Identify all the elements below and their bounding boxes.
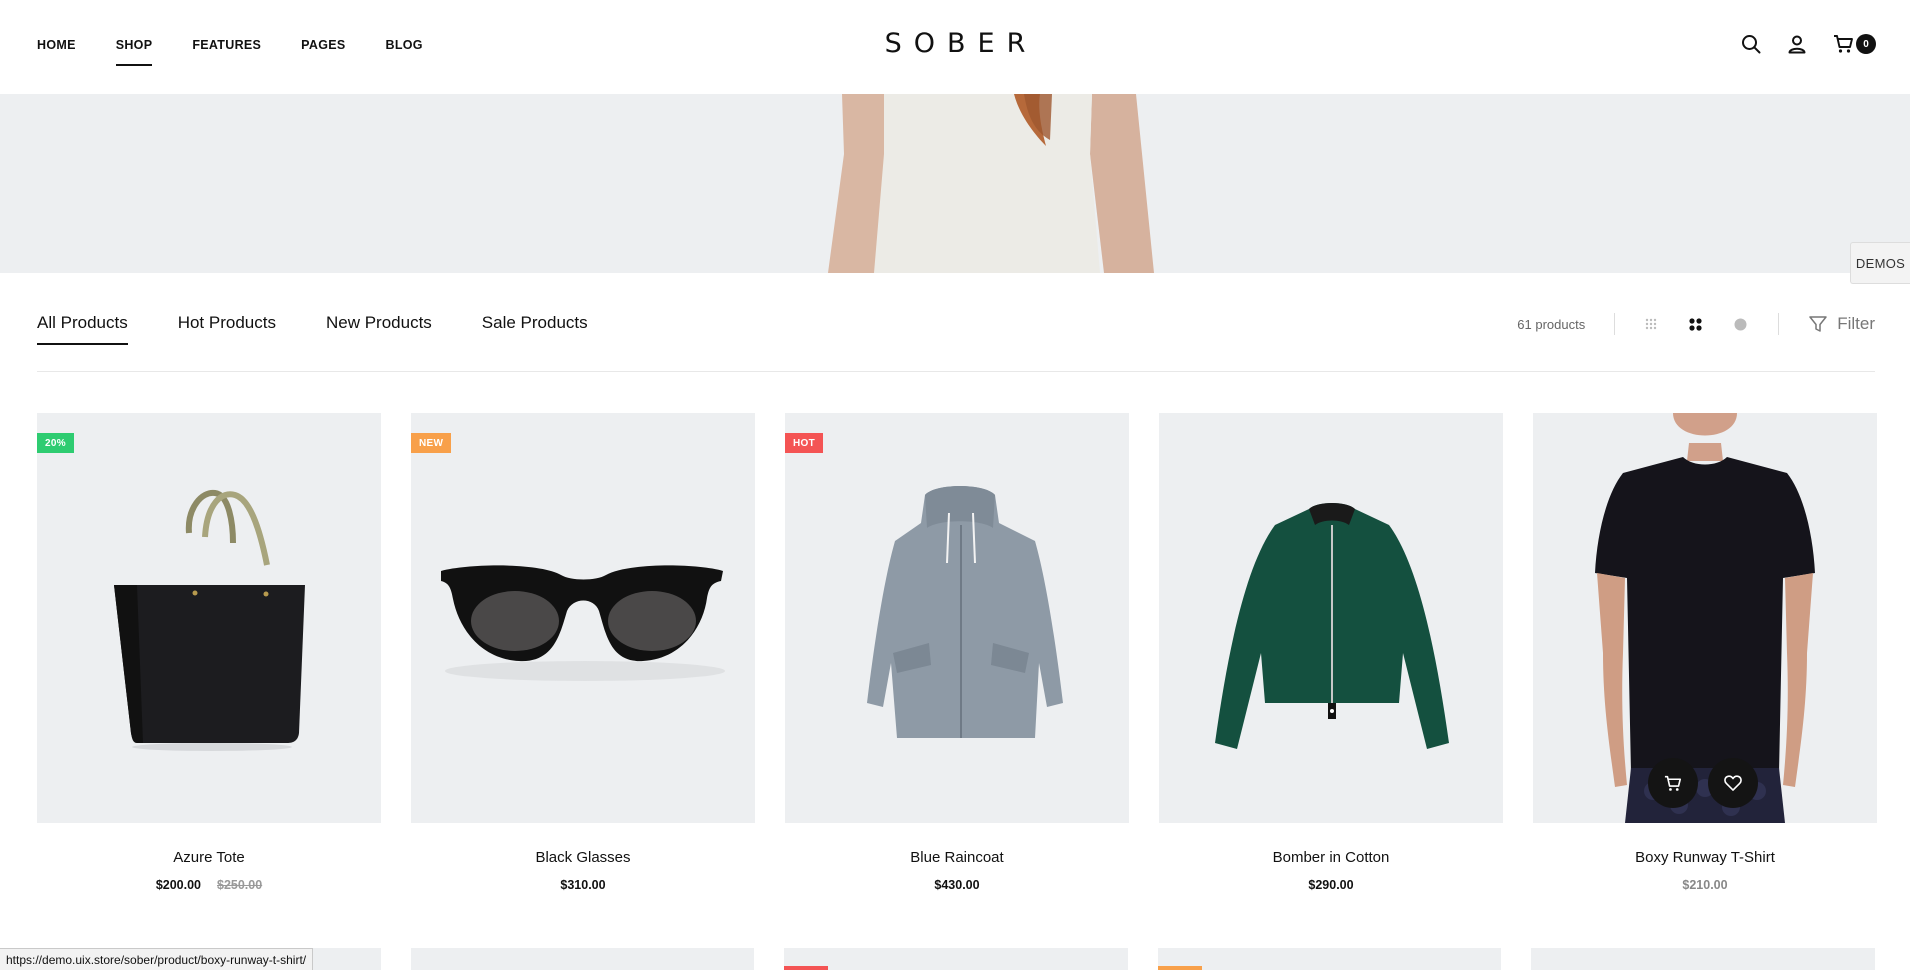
product-price: $210.00	[1682, 878, 1728, 892]
product-image[interactable]	[784, 948, 1128, 970]
product-image[interactable]	[1533, 413, 1877, 823]
product-name[interactable]: Azure Tote	[37, 849, 381, 866]
add-to-cart-button[interactable]	[1648, 758, 1698, 808]
product-card[interactable]: NEW Black Glasses $310.00	[411, 413, 755, 892]
grid-small-icon[interactable]	[1640, 313, 1662, 335]
filter-button[interactable]: Filter	[1809, 314, 1875, 334]
product-name[interactable]: Boxy Runway T-Shirt	[1533, 849, 1877, 866]
filter-icon	[1809, 316, 1827, 332]
cart-count-badge: 0	[1856, 34, 1876, 54]
new-badge: NEW	[411, 433, 452, 453]
product-name[interactable]: Blue Raincoat	[785, 849, 1129, 866]
tshirt-model-image	[1595, 413, 1815, 823]
badge-strip	[1157, 966, 1202, 970]
cart-icon	[1664, 775, 1682, 791]
badge-strip	[784, 966, 829, 970]
status-bar-url: https://demo.uix.store/sober/product/box…	[0, 948, 314, 970]
product-image[interactable]	[1531, 948, 1875, 970]
search-icon[interactable]	[1740, 33, 1762, 55]
sale-price: $200.00	[155, 878, 201, 892]
tab-sale-products[interactable]: Sale Products	[482, 313, 588, 347]
product-count: 61 products	[1517, 316, 1586, 332]
raincoat-image	[867, 486, 1063, 738]
product-price: $290.00	[1308, 878, 1354, 892]
glasses-image	[441, 565, 725, 681]
product-image[interactable]: HOT	[785, 413, 1129, 823]
cart-icon	[1832, 33, 1854, 55]
product-image[interactable]	[1159, 413, 1503, 823]
grid-large-icon[interactable]	[1684, 313, 1706, 335]
product-tabs: All Products Hot Products New Products S…	[37, 313, 638, 347]
product-image[interactable]	[1157, 948, 1502, 970]
wishlist-button[interactable]	[1708, 758, 1758, 808]
site-logo[interactable]: SOBER	[0, 28, 1910, 59]
product-price: $310.00	[560, 878, 606, 892]
original-price: $250.00	[217, 878, 263, 892]
tab-all-products[interactable]: All Products	[37, 313, 128, 347]
product-name[interactable]: Black Glasses	[411, 849, 755, 866]
product-name[interactable]: Bomber in Cotton	[1159, 849, 1503, 866]
toolbar-controls: 61 products Filter	[1517, 309, 1875, 339]
product-image[interactable]: 20%	[37, 413, 381, 823]
tab-new-products[interactable]: New Products	[326, 313, 432, 347]
product-image[interactable]: NEW	[411, 413, 755, 823]
site-header: HOME SHOP FEATURES PAGES BLOG SOBER 0	[0, 0, 1910, 94]
hero-model-image	[814, 94, 1156, 273]
list-view-icon[interactable]	[1729, 313, 1751, 335]
product-card[interactable]: Bomber in Cotton $290.00	[1159, 413, 1503, 892]
product-card[interactable]: Boxy Runway T-Shirt $210.00	[1533, 413, 1877, 892]
filter-label: Filter	[1837, 314, 1875, 333]
product-grid: 20% Azure Tote $200.00 $250.00 NEW Black …	[37, 413, 1877, 892]
divider	[1778, 313, 1780, 335]
discount-badge: 20%	[37, 433, 74, 453]
header-actions: 0	[1740, 33, 1876, 55]
tab-hot-products[interactable]: Hot Products	[178, 313, 276, 347]
hero-banner	[0, 94, 1910, 273]
shop-toolbar: All Products Hot Products New Products S…	[37, 309, 1875, 372]
hot-badge: HOT	[785, 433, 824, 453]
heart-icon	[1724, 775, 1742, 791]
divider	[1614, 313, 1616, 335]
tote-bag-image	[114, 489, 305, 751]
product-card[interactable]: HOT Blue Raincoat $430.00	[785, 413, 1129, 892]
product-card[interactable]: 20% Azure Tote $200.00 $250.00	[37, 413, 381, 892]
product-price: $430.00	[934, 878, 980, 892]
product-price: $200.00 $250.00	[37, 878, 381, 892]
bomber-jacket-image	[1215, 503, 1449, 749]
product-image[interactable]	[410, 948, 755, 970]
demos-tab[interactable]: DEMOS	[1850, 242, 1910, 284]
cart-button[interactable]: 0	[1832, 33, 1876, 55]
account-icon[interactable]	[1786, 33, 1808, 55]
